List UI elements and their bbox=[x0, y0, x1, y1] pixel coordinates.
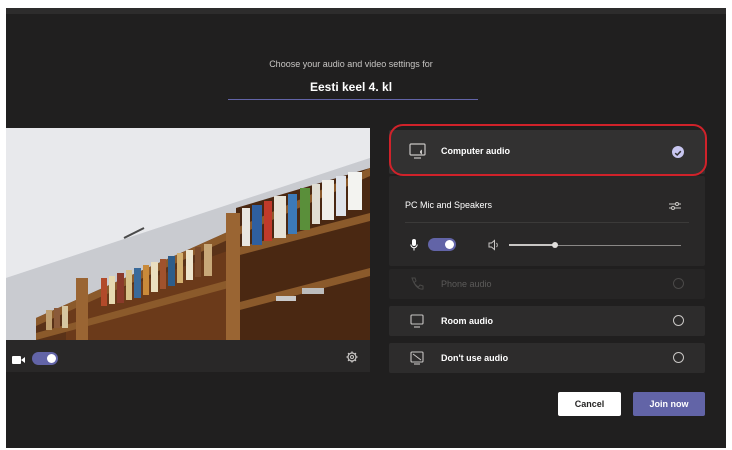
meeting-title: Eesti keel 4. kl bbox=[309, 80, 393, 94]
room-icon bbox=[409, 313, 425, 334]
speaker-volume-fill bbox=[509, 244, 555, 246]
audio-option-label: Room audio bbox=[441, 316, 493, 326]
divider bbox=[405, 222, 689, 223]
audio-option-room[interactable]: Room audio bbox=[389, 306, 705, 336]
speaker-icon bbox=[488, 238, 500, 256]
prejoin-screen: Choose your audio and video settings for… bbox=[6, 8, 726, 448]
speaker-volume-thumb[interactable] bbox=[552, 242, 558, 248]
prejoin-subtitle: Choose your audio and video settings for bbox=[269, 59, 433, 69]
radio-button[interactable] bbox=[673, 352, 684, 363]
audio-option-phone: Phone audio bbox=[389, 269, 705, 299]
title-bar bbox=[6, 8, 726, 14]
video-controls-bar bbox=[6, 340, 370, 372]
camera-toggle[interactable] bbox=[32, 352, 58, 365]
selected-check-icon bbox=[672, 146, 684, 158]
microphone-toggle-knob bbox=[445, 240, 454, 249]
audio-option-none[interactable]: Don't use audio bbox=[389, 343, 705, 373]
camera-preview-image bbox=[6, 128, 370, 340]
cancel-button[interactable]: Cancel bbox=[558, 392, 621, 416]
audio-option-computer[interactable]: Computer audio bbox=[389, 130, 705, 174]
radio-button bbox=[673, 278, 684, 289]
no-audio-icon bbox=[409, 350, 425, 371]
audio-option-label: Phone audio bbox=[441, 279, 492, 289]
microphone-icon bbox=[410, 238, 418, 256]
video-camera-icon bbox=[12, 352, 26, 370]
gear-icon[interactable] bbox=[346, 350, 358, 368]
join-now-button[interactable]: Join now bbox=[633, 392, 705, 416]
microphone-toggle[interactable] bbox=[428, 238, 456, 251]
device-label: PC Mic and Speakers bbox=[405, 200, 493, 210]
phone-icon bbox=[409, 276, 425, 297]
camera-preview bbox=[6, 128, 370, 340]
computer-audio-icon bbox=[409, 142, 427, 165]
device-settings-icon[interactable] bbox=[669, 198, 681, 216]
radio-button[interactable] bbox=[673, 315, 684, 326]
audio-option-label: Computer audio bbox=[441, 146, 510, 156]
device-settings-panel: PC Mic and Speakers bbox=[389, 176, 705, 266]
camera-toggle-knob bbox=[47, 354, 56, 363]
title-underline bbox=[228, 99, 478, 100]
audio-option-label: Don't use audio bbox=[441, 353, 509, 363]
